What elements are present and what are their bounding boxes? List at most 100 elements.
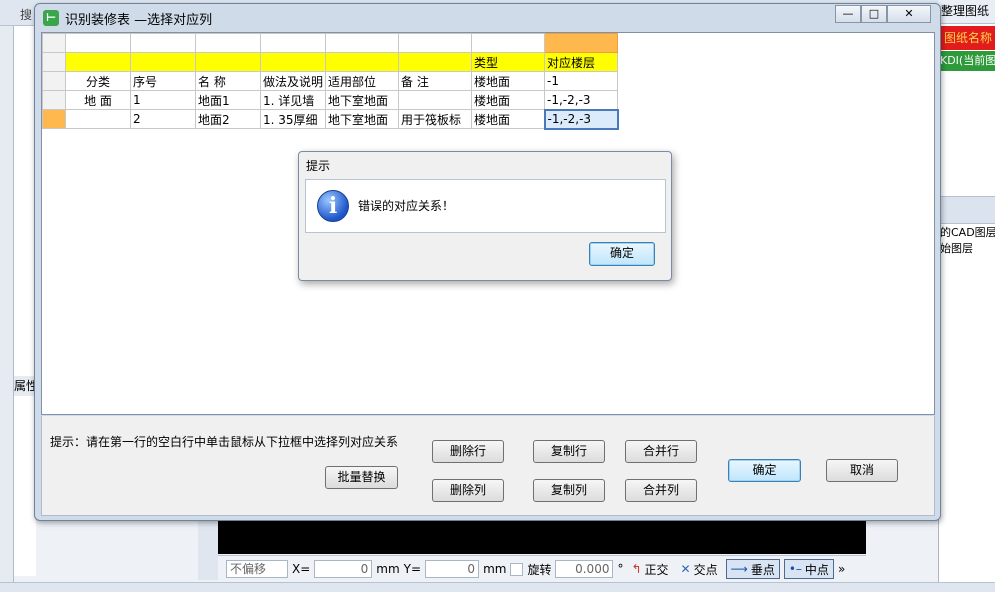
table-cell[interactable]: 地 面 — [65, 90, 131, 110]
properties-label: 属性 — [14, 376, 36, 396]
drawing-name-header: 图纸名称 — [938, 26, 995, 50]
ortho-icon: ↰ — [631, 562, 642, 576]
layer-panel-header — [938, 196, 995, 224]
table-cell-focused[interactable]: -1,-2,-3 — [543, 108, 619, 130]
merge-column-button[interactable]: 合并列 — [625, 479, 697, 502]
table-cell[interactable]: 楼地面 — [471, 109, 546, 129]
perpendicular-label: 垂点 — [750, 562, 775, 577]
status-bar: 不偏移 X= 0 mm Y= 0 mm 旋转 0.000 ° ↰ 正交 ✕ 交点 ⟶… — [218, 555, 866, 582]
midpoint-icon: •– — [788, 562, 802, 576]
table-cell[interactable]: 地下室地面 — [325, 90, 400, 110]
right-panel — [938, 0, 995, 592]
column-mapping-row: 类型 对应楼层 — [42, 52, 619, 72]
search-label: 搜 — [20, 8, 33, 22]
table-cell[interactable]: 备 注 — [398, 71, 473, 91]
row-selector[interactable] — [42, 109, 66, 129]
midpoint-toggle[interactable]: •– 中点 — [783, 559, 834, 579]
table-cell[interactable]: 地面2 — [195, 109, 261, 129]
drawing-canvas[interactable] — [218, 520, 866, 554]
close-button[interactable]: ✕ — [887, 5, 931, 23]
perpendicular-icon: ⟶ — [730, 562, 748, 576]
message-ok-button[interactable]: 确定 — [589, 242, 655, 266]
table-cell[interactable]: 序号 — [130, 71, 196, 91]
properties-panel — [14, 396, 36, 576]
mapping-cell[interactable]: 对应楼层 — [544, 52, 619, 72]
y-input[interactable]: 0 — [425, 560, 480, 578]
mapping-cell[interactable] — [398, 52, 473, 72]
intersect-label: 交点 — [693, 562, 718, 577]
mapping-cell[interactable] — [130, 52, 196, 72]
copy-column-button[interactable]: 复制列 — [533, 479, 605, 502]
ortho-toggle[interactable]: ↰ 正交 — [627, 559, 672, 579]
message-body: i 错误的对应关系！ — [305, 179, 666, 233]
ortho-label: 正交 — [644, 562, 669, 577]
intersect-toggle[interactable]: ✕ 交点 — [677, 559, 722, 579]
table-cell[interactable]: 楼地面 — [471, 71, 546, 91]
table-cell[interactable]: 地面1 — [195, 90, 261, 110]
mapping-cell[interactable] — [259, 52, 327, 72]
table-cell[interactable]: 适用部位 — [325, 71, 400, 91]
rotate-input[interactable]: 0.000 — [555, 560, 614, 578]
table-cell[interactable]: 1 — [130, 90, 196, 110]
message-box: 提示 i 错误的对应关系！ 确定 — [298, 151, 672, 281]
cancel-button[interactable]: 取消 — [826, 459, 898, 482]
mapping-cell[interactable] — [325, 52, 400, 72]
dialog-title: 识别装修表 —选择对应列 — [65, 13, 213, 28]
offset-select[interactable]: 不偏移 — [226, 560, 288, 578]
more-icon[interactable]: » — [838, 562, 845, 576]
message-title: 提示 — [306, 159, 331, 173]
midpoint-label: 中点 — [804, 562, 829, 577]
mapping-grid: 类型 对应楼层 分类 序号 名 称 做法及说明 适用部位 备 注 楼地面 -1 … — [42, 33, 619, 130]
info-icon: i — [317, 190, 349, 222]
degree-label: ° — [617, 562, 624, 576]
perpendicular-toggle[interactable]: ⟶ 垂点 — [725, 559, 780, 579]
dialog-footer: 提示：请在第一行的空白行中单击鼠标从下拉框中选择列对应关系 批量替换 删除行 删… — [41, 416, 935, 516]
table-cell[interactable]: 地下室地面 — [325, 109, 400, 129]
table-cell[interactable]: -1,-2,-3 — [544, 90, 619, 110]
copy-row-button[interactable]: 复制行 — [533, 440, 605, 463]
message-text: 错误的对应关系！ — [358, 199, 455, 213]
intersect-icon: ✕ — [680, 562, 691, 576]
delete-row-button[interactable]: 删除行 — [432, 440, 504, 463]
rotate-checkbox[interactable] — [510, 562, 524, 576]
table-cell[interactable]: 分类 — [65, 71, 131, 91]
table-cell[interactable] — [65, 109, 131, 129]
original-layer-option[interactable]: 始图层 — [940, 240, 995, 256]
table-row: 地 面 1 地面1 1. 详见墙 地下室地面 楼地面 -1,-2,-3 — [42, 90, 619, 110]
organize-drawings-tab[interactable]: 整理图纸 — [938, 0, 995, 24]
maximize-button[interactable]: □ — [861, 5, 887, 23]
hint-text: 提示：请在第一行的空白行中单击鼠标从下拉框中选择列对应关系 — [50, 435, 399, 449]
minimize-button[interactable]: — — [835, 5, 861, 23]
cad-layer-option[interactable]: 的CAD图层 — [940, 224, 995, 240]
table-cell[interactable]: 1. 详见墙 — [259, 90, 327, 110]
table-cell[interactable]: 楼地面 — [471, 90, 546, 110]
table-cell[interactable]: 2 — [130, 109, 196, 129]
table-row: 分类 序号 名 称 做法及说明 适用部位 备 注 楼地面 -1 — [42, 71, 619, 91]
rotate-label: 旋转 — [527, 562, 552, 577]
mapping-cell[interactable] — [65, 52, 131, 72]
left-edge-panel — [0, 26, 14, 592]
app-status-strip — [0, 582, 995, 592]
merge-row-button[interactable]: 合并行 — [625, 440, 697, 463]
scrollbar-vertical[interactable] — [198, 520, 218, 580]
table-row-selected: 2 地面2 1. 35厚细 地下室地面 用于筏板标 楼地面 -1,-2,-3 — [42, 108, 619, 130]
table-cell[interactable]: 名 称 — [195, 71, 261, 91]
grid-top-row — [42, 33, 619, 53]
app-icon: ⊢ — [43, 10, 59, 26]
delete-column-button[interactable]: 删除列 — [432, 479, 504, 502]
left-tree-panel — [14, 26, 36, 376]
y-label: Y= — [403, 562, 422, 576]
x-unit: mm — [376, 562, 400, 576]
y-unit: mm — [483, 562, 507, 576]
table-cell[interactable]: 做法及说明 — [259, 71, 327, 91]
current-drawing-row[interactable]: KDI(当前图 — [938, 51, 995, 71]
batch-replace-button[interactable]: 批量替换 — [325, 466, 398, 489]
mapping-cell[interactable]: 类型 — [471, 52, 546, 72]
table-cell[interactable]: -1 — [544, 71, 619, 91]
x-input[interactable]: 0 — [314, 560, 373, 578]
mapping-cell[interactable] — [195, 52, 261, 72]
ok-button[interactable]: 确定 — [728, 459, 801, 482]
table-cell[interactable]: 1. 35厚细 — [259, 109, 327, 129]
table-cell[interactable]: 用于筏板标 — [398, 109, 473, 129]
table-cell[interactable] — [398, 90, 473, 110]
